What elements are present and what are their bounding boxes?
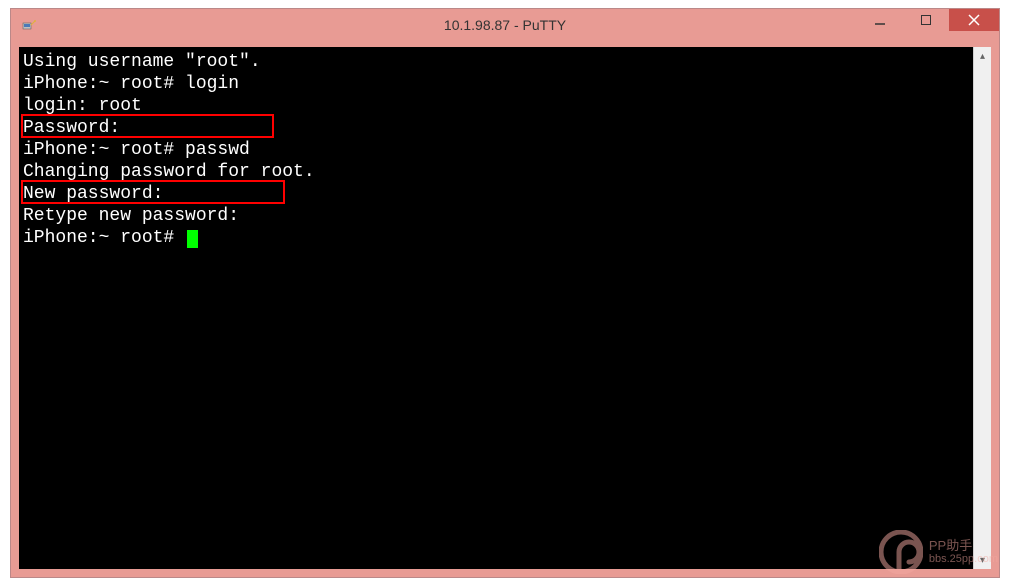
titlebar[interactable]: 10.1.98.87 - PuTTY	[11, 9, 999, 41]
terminal-line: Retype new password:	[23, 205, 969, 227]
watermark-brand: PP助手	[929, 538, 998, 554]
terminal[interactable]: Using username "root".iPhone:~ root# log…	[19, 47, 973, 569]
putty-app-icon	[19, 15, 39, 35]
scroll-up-arrow[interactable]: ▴	[974, 47, 991, 65]
window-controls	[857, 9, 999, 31]
terminal-line: New password:	[23, 183, 969, 205]
vertical-scrollbar[interactable]: ▴ ▾	[973, 47, 991, 569]
close-button[interactable]	[949, 9, 999, 31]
terminal-line: iPhone:~ root# passwd	[23, 139, 969, 161]
terminal-line: Changing password for root.	[23, 161, 969, 183]
terminal-line: iPhone:~ root#	[23, 227, 969, 249]
terminal-line: iPhone:~ root# login	[23, 73, 969, 95]
maximize-button[interactable]	[903, 9, 949, 31]
terminal-line: login: root	[23, 95, 969, 117]
window-title: 10.1.98.87 - PuTTY	[444, 17, 566, 33]
client-area: Using username "root".iPhone:~ root# log…	[11, 41, 999, 577]
pp-logo-icon	[879, 530, 923, 574]
putty-window: 10.1.98.87 - PuTTY Using username "root"…	[10, 8, 1000, 578]
watermark-url: bbs.25pp.com	[929, 553, 998, 566]
terminal-container: Using username "root".iPhone:~ root# log…	[19, 47, 991, 569]
terminal-cursor	[187, 230, 198, 248]
minimize-button[interactable]	[857, 9, 903, 31]
terminal-line: Password:	[23, 117, 969, 139]
watermark: PP助手 bbs.25pp.com	[879, 530, 998, 574]
terminal-line: Using username "root".	[23, 51, 969, 73]
